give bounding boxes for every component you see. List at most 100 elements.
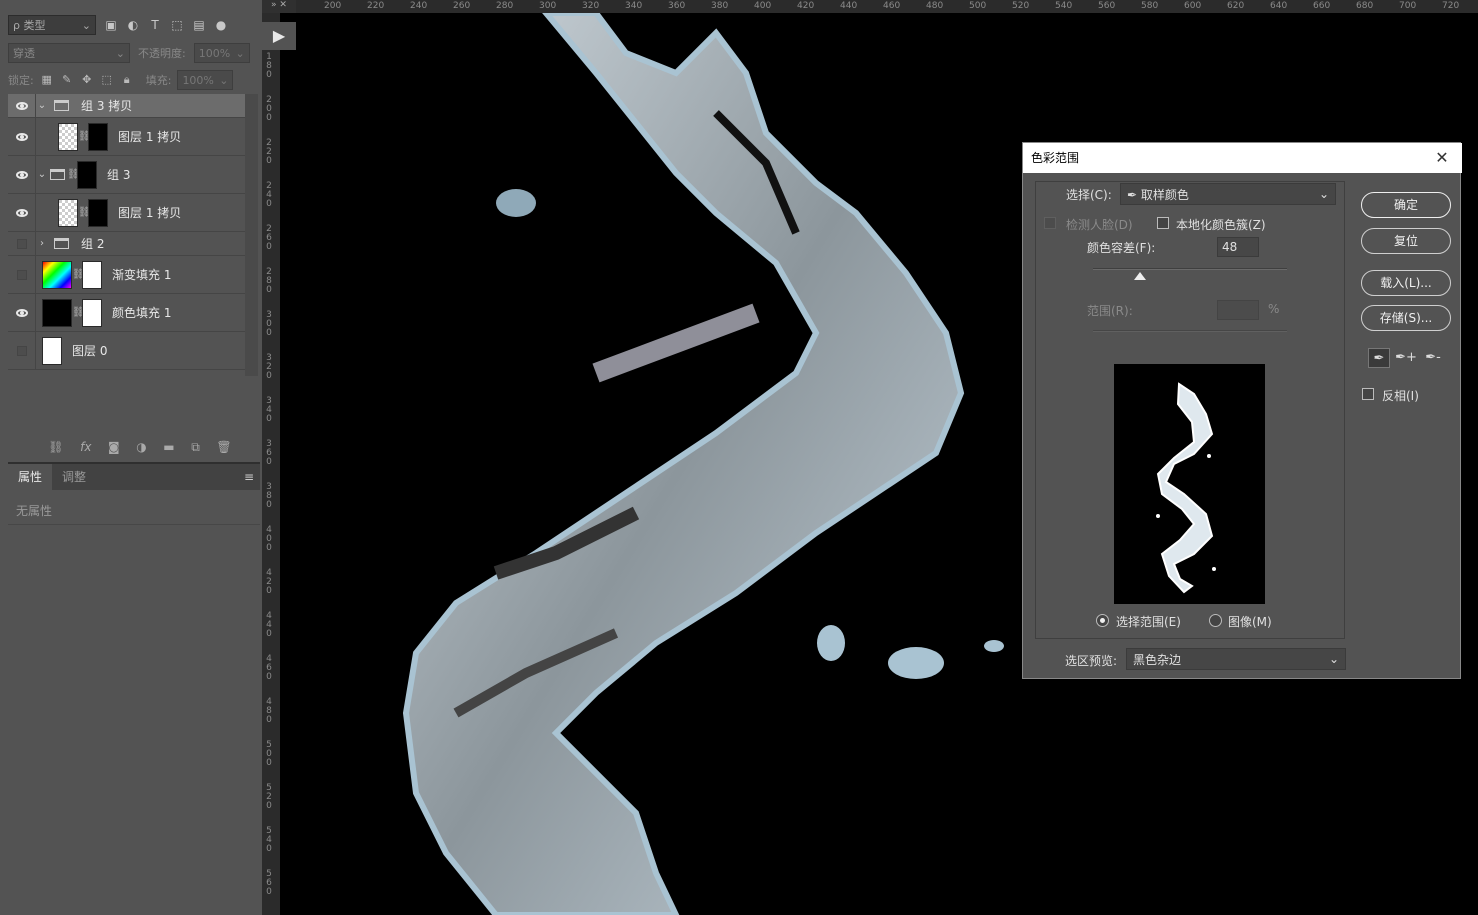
layer-row[interactable]: ⛓︎ 颜色填充 1 (8, 294, 245, 332)
detect-faces-checkbox[interactable] (1044, 217, 1056, 229)
lock-artboard-icon[interactable]: ⬚ (100, 73, 114, 87)
ruler-tick-label: 360 (668, 1, 686, 11)
panel-menu-icon[interactable]: ≡ (244, 470, 254, 484)
add-to-sample-icon[interactable]: ✒︎+ (1395, 348, 1417, 368)
fuzziness-input[interactable]: 48 (1217, 237, 1259, 257)
collapse-panels-icon[interactable]: » ✕ (262, 0, 296, 13)
subtract-from-sample-icon[interactable]: ✒︎- (1422, 348, 1444, 368)
visibility-toggle[interactable] (8, 294, 36, 331)
layer-row[interactable]: ⛓︎ 图层 1 拷贝 (8, 194, 245, 232)
layers-panel: ρ 类型 ⌄ ▣ ◐ T ⬚ ▤ ● 穿透 ⌄ 不透明度: 100% ⌄ 锁定: ▦ … (0, 0, 262, 915)
ruler-tick-label: 460 (266, 654, 272, 682)
shape-filter-icon[interactable]: ⬚ (170, 18, 184, 32)
localized-clusters-checkbox[interactable] (1157, 217, 1169, 229)
layer-row[interactable]: ⛓︎ 图层 1 拷贝 (8, 118, 245, 156)
visibility-toggle[interactable] (8, 256, 36, 293)
fuzziness-slider-thumb[interactable] (1133, 272, 1146, 280)
layer-row[interactable]: 图层 0 (8, 332, 245, 370)
type-filter-icon[interactable]: T (148, 18, 162, 32)
filter-kind-label: ρ 类型 (13, 19, 46, 32)
range-slider-track[interactable] (1093, 330, 1287, 332)
layer-name: 颜色填充 1 (112, 306, 172, 320)
ruler-tick-label: 520 (1012, 1, 1030, 11)
chevron-down-icon: ⌄ (235, 46, 245, 60)
chain-link-icon[interactable]: ⛓︎ (72, 307, 85, 318)
select-dropdown[interactable]: ✒︎ 取样颜色 ⌄ (1120, 183, 1336, 205)
range-label: 范围(R): (1087, 304, 1133, 318)
range-input[interactable] (1217, 300, 1259, 320)
chevron-right-icon[interactable]: › (36, 238, 48, 249)
tab-adjustments[interactable]: 调整 (52, 464, 96, 490)
ruler-tick-label: 220 (266, 138, 272, 166)
vertical-ruler: 180 200 220 240 260 280 300 320 340 360 380 400 420 4… (262, 13, 280, 915)
properties-divider (8, 524, 260, 525)
lock-position-icon[interactable]: ✥ (80, 73, 94, 87)
image-radio[interactable] (1209, 614, 1222, 627)
fx-icon[interactable]: fx (80, 440, 91, 458)
ruler-tick-label: 380 (711, 1, 729, 11)
chevron-down-icon: ⌄ (1328, 652, 1339, 666)
opacity-input[interactable]: 100% ⌄ (193, 43, 250, 63)
visibility-toggle[interactable] (8, 156, 36, 193)
close-icon[interactable]: ✕ (1432, 143, 1452, 173)
lock-pixels-icon[interactable]: ✎ (60, 73, 74, 87)
layer-row[interactable]: ⌄ ⛓︎ 组 3 (8, 156, 245, 194)
visibility-toggle[interactable] (8, 118, 36, 155)
chevron-down-icon[interactable]: ⌄ (36, 100, 48, 111)
layer-row[interactable]: › 组 2 (8, 232, 245, 256)
layer-filter-bar: ρ 类型 ⌄ ▣ ◐ T ⬚ ▤ ● (8, 12, 258, 38)
lock-transparency-icon[interactable]: ▦ (40, 73, 54, 87)
lock-row: 锁定: ▦ ✎ ✥ ⬚ 🔒︎ 填充: 100% ⌄ (8, 69, 258, 91)
lock-all-icon[interactable]: 🔒︎ (120, 73, 134, 87)
ok-button[interactable]: 确定 (1361, 192, 1451, 218)
new-layer-icon[interactable]: ⧉ (191, 440, 200, 458)
invert-checkbox[interactable] (1362, 388, 1374, 400)
ruler-tick-label: 480 (926, 1, 944, 11)
reset-button[interactable]: 复位 (1361, 228, 1451, 254)
fill-input[interactable]: 100% ⌄ (177, 70, 234, 90)
chevron-down-icon: ⌄ (219, 73, 229, 87)
image-filter-icon[interactable]: ▣ (104, 18, 118, 32)
fill-label: 填充: (145, 74, 172, 87)
visibility-toggle[interactable] (8, 94, 36, 117)
chain-link-icon[interactable]: ⛓︎ (72, 269, 85, 280)
layer-mask-thumbnail[interactable] (88, 122, 108, 151)
chevron-down-icon[interactable]: ⌄ (36, 169, 48, 180)
layer-mask-thumbnail[interactable] (82, 260, 102, 289)
folder-icon[interactable]: ▬ (163, 440, 174, 458)
layer-scrollbar[interactable] (245, 94, 258, 376)
ruler-tick-label: 440 (840, 1, 858, 11)
eyedropper-icon[interactable]: ✒︎ (1368, 348, 1390, 368)
adjustment-filter-icon[interactable]: ◐ (126, 18, 140, 32)
visibility-toggle[interactable] (8, 232, 36, 255)
adjustment-icon[interactable]: ◑ (136, 440, 146, 458)
trash-icon[interactable]: 🗑︎ (216, 440, 231, 458)
group-mask-thumbnail[interactable] (77, 160, 97, 189)
load-button[interactable]: 载入(L)... (1361, 270, 1451, 296)
chain-link-icon[interactable]: ⛓︎ (78, 131, 91, 142)
eye-icon (15, 308, 28, 317)
layer-mask-thumbnail[interactable] (88, 198, 108, 227)
link-icon[interactable]: ⛓︎ (48, 440, 63, 458)
ruler-tick-label: 600 (1184, 1, 1202, 11)
selection-preview-select[interactable]: 黑色杂边 ⌄ (1126, 648, 1346, 670)
filter-kind-select[interactable]: ρ 类型 ⌄ (8, 15, 96, 35)
play-icon[interactable]: ▶ (262, 22, 296, 50)
filter-toggle-icon[interactable]: ● (214, 18, 228, 32)
chain-link-icon[interactable]: ⛓︎ (67, 169, 80, 180)
visibility-toggle[interactable] (8, 194, 36, 231)
chain-link-icon[interactable]: ⛓︎ (78, 207, 91, 218)
layer-row[interactable]: ⌄ 组 3 拷贝 (8, 94, 245, 118)
save-button[interactable]: 存储(S)... (1361, 305, 1451, 331)
smart-object-filter-icon[interactable]: ▤ (192, 18, 206, 32)
layer-mask-thumbnail[interactable] (82, 298, 102, 327)
ruler-tick-label: 220 (367, 1, 385, 11)
selection-radio[interactable] (1096, 614, 1109, 627)
mask-icon[interactable]: ◙ (108, 440, 120, 458)
blend-mode-select[interactable]: 穿透 ⌄ (8, 43, 130, 63)
selection-preview[interactable] (1114, 364, 1265, 604)
visibility-toggle[interactable] (8, 332, 36, 369)
fuzziness-slider-track[interactable] (1093, 268, 1287, 270)
layer-row[interactable]: ⛓︎ 渐变填充 1 (8, 256, 245, 294)
tab-properties[interactable]: 属性 (8, 464, 53, 490)
